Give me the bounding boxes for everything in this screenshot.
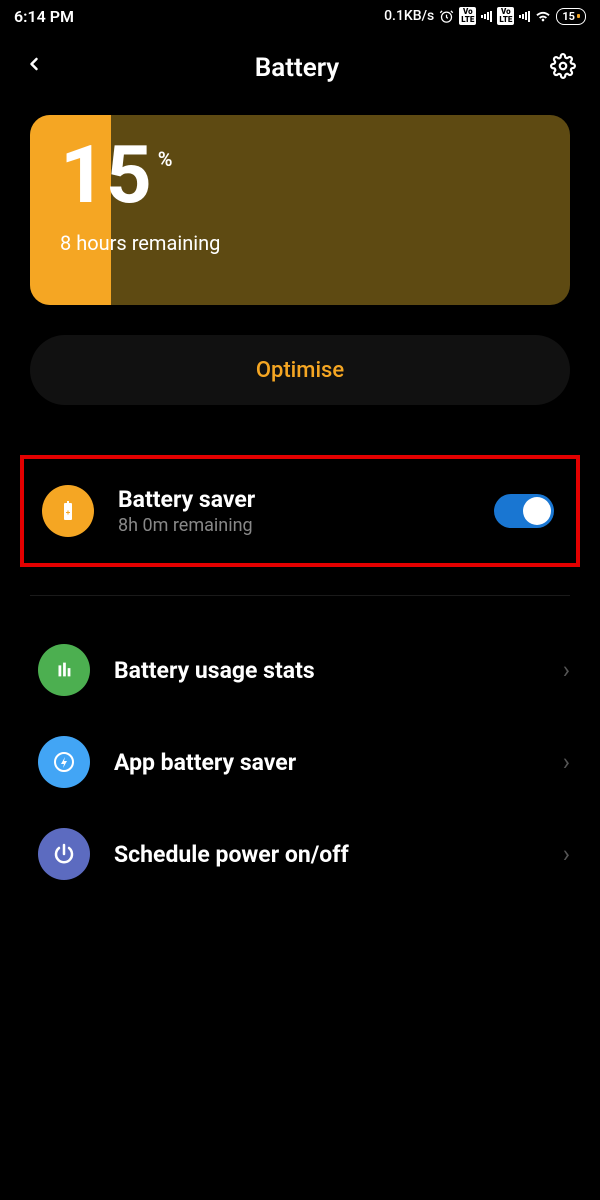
data-rate: 0.1KB/s	[384, 8, 434, 24]
signal-icon-1	[481, 10, 492, 22]
settings-gear-icon[interactable]	[550, 53, 576, 83]
battery-saver-row[interactable]: Battery saver 8h 0m remaining	[34, 473, 566, 549]
app-battery-saver-row[interactable]: App battery saver ›	[30, 716, 570, 808]
optimise-button[interactable]: Optimise	[30, 335, 570, 405]
page-header: Battery	[0, 32, 600, 115]
signal-icon-2	[519, 10, 530, 22]
divider	[30, 595, 570, 596]
percent-sign: %	[158, 147, 173, 171]
wifi-icon	[535, 8, 551, 24]
battery-saver-toggle[interactable]	[494, 494, 554, 528]
optimise-label: Optimise	[256, 358, 344, 383]
volte-icon-2: VoLTE	[497, 7, 514, 25]
schedule-label: Schedule power on/off	[114, 841, 553, 868]
battery-saver-subtitle: 8h 0m remaining	[118, 515, 494, 536]
power-icon	[38, 828, 90, 880]
status-bar: 6:14 PM 0.1KB/s VoLTE VoLTE 15	[0, 0, 600, 32]
usage-stats-label: Battery usage stats	[114, 657, 553, 684]
battery-percent-value: 15	[60, 135, 152, 215]
battery-usage-stats-row[interactable]: Battery usage stats ›	[30, 624, 570, 716]
volte-icon-1: VoLTE	[459, 7, 476, 25]
stats-icon	[38, 644, 90, 696]
chevron-right-icon: ›	[563, 748, 570, 776]
battery-level-card: 15 % 8 hours remaining	[30, 115, 570, 305]
battery-time-remaining: 8 hours remaining	[60, 231, 540, 255]
chevron-right-icon: ›	[563, 656, 570, 684]
app-saver-icon	[38, 736, 90, 788]
battery-saver-title: Battery saver	[118, 486, 494, 513]
back-icon[interactable]	[24, 50, 44, 85]
page-title: Battery	[255, 53, 339, 83]
alarm-icon	[439, 9, 454, 24]
schedule-power-row[interactable]: Schedule power on/off ›	[30, 808, 570, 900]
highlight-annotation: Battery saver 8h 0m remaining	[20, 455, 580, 567]
status-indicators: 0.1KB/s VoLTE VoLTE 15	[384, 7, 586, 25]
chevron-right-icon: ›	[563, 840, 570, 868]
app-saver-label: App battery saver	[114, 749, 553, 776]
status-time: 6:14 PM	[14, 7, 74, 26]
toggle-knob	[523, 497, 551, 525]
battery-saver-icon	[42, 485, 94, 537]
battery-pill-icon: 15	[556, 8, 586, 25]
